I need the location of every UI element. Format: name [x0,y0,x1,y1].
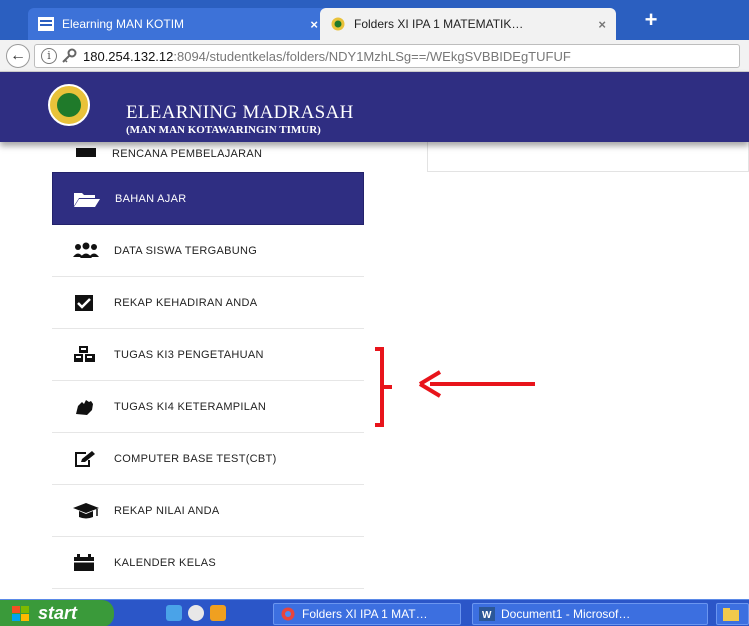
madrasah-logo[interactable] [48,84,90,126]
sidebar-item-label: TUGAS KI3 PENGETAHUAN [114,348,264,361]
sidebar-item-label: TUGAS KI4 KETERAMPILAN [114,400,267,413]
users-icon [72,242,100,260]
site-header: ELEARNING MADRASAH (MAN MAN KOTAWARINGIN… [0,72,749,142]
sidebar-item-rencana-pembelajaran[interactable]: RENCANA PEMBELAJARAN [52,142,364,172]
sidebar-item-label: REKAP NILAI ANDA [114,504,220,517]
close-tab-icon[interactable]: × [598,17,606,32]
chrome-icon [280,607,296,621]
sidebar-menu: RENCANA PEMBELAJARAN BAHAN AJAR DATA SIS… [52,142,364,589]
url-host: 180.254.132.12 [83,48,174,64]
address-bar: ← i 180.254.132.12:8094/studentkelas/fol… [0,40,749,72]
madrasah-logo-icon [330,17,346,31]
laptop-icon [72,148,100,166]
content-panel [427,142,749,172]
ie-icon[interactable] [166,605,182,621]
windows-taskbar: start Folders XI IPA 1 MAT… W Document1 … [0,599,749,626]
info-icon[interactable]: i [41,48,57,64]
graduation-cap-icon [72,502,100,520]
word-icon: W [479,607,495,621]
start-button[interactable]: start [0,600,114,626]
sidebar-item-label: REKAP KEHADIRAN ANDA [114,296,258,309]
tab-elearning[interactable]: Elearning MAN KOTIM × [28,8,328,40]
close-tab-icon[interactable]: × [310,17,318,32]
sidebar-item-label: BAHAN AJAR [115,192,187,205]
taskbar-window-folder[interactable] [716,603,749,625]
taskbar-window-label: Document1 - Microsof… [501,607,631,621]
sidebar-item-bahan-ajar[interactable]: BAHAN AJAR [52,172,364,225]
office-icon[interactable] [210,605,226,621]
check-square-icon [72,294,100,312]
sidebar-item-rekap-kehadiran[interactable]: REKAP KEHADIRAN ANDA [52,277,364,329]
tab-label: Elearning MAN KOTIM [62,17,185,31]
chrome-icon[interactable] [188,605,204,621]
sidebar-item-data-siswa[interactable]: DATA SISWA TERGABUNG [52,225,364,277]
browser-tab-strip: Elearning MAN KOTIM × Folders XI IPA 1 M… [0,0,749,40]
site-title[interactable]: ELEARNING MADRASAH [126,102,354,124]
start-label: start [38,603,78,623]
taskbar-window-word[interactable]: W Document1 - Microsof… [472,603,708,625]
sidebar-item-rekap-nilai[interactable]: REKAP NILAI ANDA [52,485,364,537]
hand-icon [72,398,100,416]
tab-folders[interactable]: Folders XI IPA 1 MATEMATIK… × [320,8,616,40]
tab-label: Folders XI IPA 1 MATEMATIK… [354,17,524,31]
sidebar-item-tugas-ki3[interactable]: TUGAS KI3 PENGETAHUAN [52,329,364,381]
new-tab-button[interactable]: + [640,9,662,32]
site-subtitle: (MAN MAN KOTAWARINGIN TIMUR) [126,124,321,136]
sidebar-item-label: RENCANA PEMBELAJARAN [112,148,263,160]
taskbar-window-browser[interactable]: Folders XI IPA 1 MAT… [273,603,461,625]
svg-text:W: W [482,610,492,621]
cubes-icon [72,345,100,364]
sidebar-item-tugas-ki4[interactable]: TUGAS KI4 KETERAMPILAN [52,381,364,433]
sidebar-item-kalender[interactable]: KALENDER KELAS [52,537,364,589]
calendar-icon [72,553,100,572]
sidebar-item-label: KALENDER KELAS [114,556,217,569]
key-icon [61,48,77,64]
sidebar-item-cbt[interactable]: COMPUTER BASE TEST(CBT) [52,433,364,485]
url-input[interactable]: i 180.254.132.12:8094/studentkelas/folde… [34,44,740,68]
back-button[interactable]: ← [6,44,30,68]
screen: Elearning MAN KOTIM × Folders XI IPA 1 M… [0,0,749,626]
windows-logo-icon [12,605,30,622]
taskbar-window-label: Folders XI IPA 1 MAT… [302,607,428,621]
menu-icon [38,17,54,31]
folder-icon [723,607,739,621]
url-path: :8094/studentkelas/folders/NDY1MzhLSg==/… [173,48,571,64]
sidebar-item-label: COMPUTER BASE TEST(CBT) [114,452,277,465]
edit-icon [72,450,100,468]
sidebar-item-label: DATA SISWA TERGABUNG [114,244,258,257]
folder-open-icon [73,190,101,208]
